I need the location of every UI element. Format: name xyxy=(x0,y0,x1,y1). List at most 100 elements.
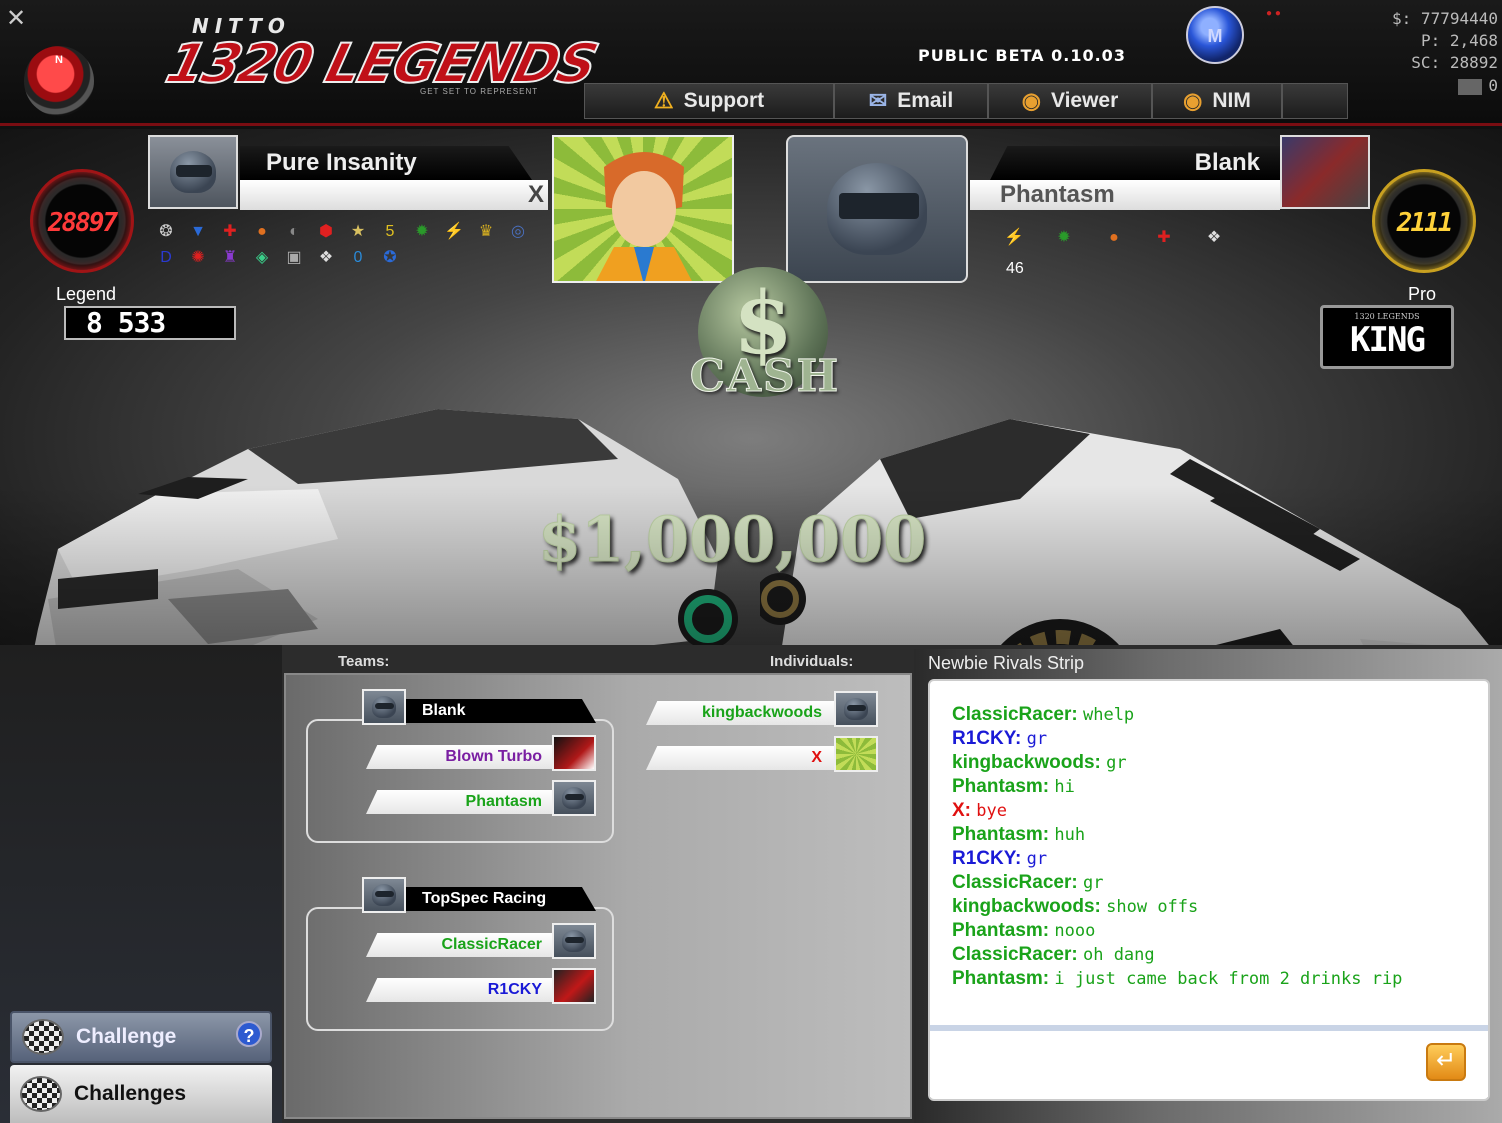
chat-sender[interactable]: Phantasm: xyxy=(952,920,1049,941)
lightning-icon: ⚡ xyxy=(444,223,464,240)
beta-version-label: PUBLIC BETA 0.10.03 xyxy=(918,46,1126,65)
chat-message: Phantasm: huh xyxy=(952,823,1482,847)
nav-email-button[interactable]: ✉ Email xyxy=(835,84,989,118)
help-icon[interactable]: ? xyxy=(236,1021,262,1047)
chat-message: X: bye xyxy=(952,799,1482,823)
teams-header: Teams: xyxy=(338,653,390,670)
chat-message: R1CKY: gr xyxy=(952,847,1482,871)
chat-sender[interactable]: Phantasm: xyxy=(952,776,1049,797)
individual-avatar[interactable] xyxy=(834,691,878,727)
individual-racer[interactable]: kingbackwoods xyxy=(646,701,834,725)
checkered-flag-icon xyxy=(22,1019,64,1055)
chat-sender[interactable]: kingbackwoods: xyxy=(952,752,1101,773)
racer-face-icon xyxy=(596,152,692,281)
left-badges: ❂ ▼ ✚ ● ◐ ⬢ ★ 5 ✹ ⚡ ♛ ◎ D ✺ ♜ ◈ ▣ ❖ 0 ✪ xyxy=(154,221,534,269)
warning-icon: ⚠ xyxy=(653,88,674,113)
helmet-icon xyxy=(562,787,586,809)
right-license-plate: 1320 LEGENDS KING xyxy=(1320,305,1454,369)
member-avatar[interactable] xyxy=(552,735,596,771)
helmet-icon xyxy=(827,163,927,255)
individual-avatar[interactable] xyxy=(834,736,878,772)
chat-sender[interactable]: X: xyxy=(952,800,971,821)
team-avatar[interactable] xyxy=(362,877,406,913)
side-panel: Challenge ? Challenges xyxy=(0,645,282,1123)
nav-email-label: Email xyxy=(897,89,954,112)
d-badge-icon: D xyxy=(160,249,172,266)
team-member[interactable]: Phantasm xyxy=(366,790,554,814)
right-team-avatar[interactable] xyxy=(1280,135,1370,209)
left-gauge-value: 28897 xyxy=(47,208,118,238)
team-member[interactable]: Blown Turbo xyxy=(366,745,554,769)
left-player-name[interactable]: X xyxy=(240,180,548,210)
team-avatar[interactable] xyxy=(362,689,406,725)
envelope-icon: ✉ xyxy=(868,88,888,113)
lobby-roster: Blank Blown Turbo Phantasm TopSpec Racin… xyxy=(284,673,912,1119)
game-logo: NITTO 1320 LEGENDS GET SET TO REPRESENT xyxy=(159,14,603,104)
badge-icon: ◈ xyxy=(255,249,269,266)
badge-icon: ✺ xyxy=(191,249,205,266)
right-racer-portrait xyxy=(786,135,968,283)
chat-text: gr xyxy=(1082,873,1104,893)
nitto-menu-button[interactable]: N xyxy=(24,46,94,116)
team-member[interactable]: R1CKY xyxy=(366,978,554,1002)
left-racer-portrait xyxy=(552,135,734,283)
chat-text: gr xyxy=(1026,729,1048,749)
cash-race-emblem: $ CASH xyxy=(660,267,870,417)
chat-room-title: Newbie Rivals Strip xyxy=(928,653,1085,673)
chat-sender[interactable]: ClassicRacer: xyxy=(952,944,1078,965)
mail-indicator[interactable]: 0 xyxy=(1458,76,1498,95)
chat-sender[interactable]: ClassicRacer: xyxy=(952,872,1078,893)
right-class-label: Pro xyxy=(1408,284,1437,304)
nav-nim-button[interactable]: ◉ NIM xyxy=(1153,84,1283,118)
send-button[interactable]: ↵ xyxy=(1426,1043,1466,1081)
member-avatar[interactable] xyxy=(552,968,596,1004)
ball-icon: ● xyxy=(1109,229,1119,246)
lightning-icon: ⚡ xyxy=(1004,229,1024,246)
nav-viewer-button[interactable]: ◉ Viewer xyxy=(989,84,1153,118)
chat-sender[interactable]: Phantasm: xyxy=(952,824,1049,845)
member-badge-icon[interactable]: M xyxy=(1186,6,1244,64)
challenge-button[interactable]: Challenge ? xyxy=(10,1011,272,1063)
chat-divider xyxy=(930,1025,1488,1031)
left-class-label: Legend xyxy=(56,284,117,304)
status-dots-icon: ● ● xyxy=(1266,8,1281,19)
individual-racer[interactable]: X xyxy=(646,746,834,770)
chat-message: Phantasm: hi xyxy=(952,775,1482,799)
chat-sender[interactable]: kingbackwoods: xyxy=(952,896,1101,917)
chat-box: ClassicRacer: whelp R1CKY: gr kingbackwo… xyxy=(928,679,1490,1101)
tools-icon[interactable]: ✕ xyxy=(6,4,34,32)
chat-sender[interactable]: ClassicRacer: xyxy=(952,704,1078,725)
chat-sender[interactable]: Phantasm: xyxy=(952,968,1049,989)
chat-message: kingbackwoods: show offs xyxy=(952,895,1482,919)
chat-icon: ◉ xyxy=(1183,88,1203,113)
right-player-name[interactable]: Phantasm xyxy=(970,180,1280,210)
pennant-icon: ▼ xyxy=(190,223,206,240)
gear-badge-icon: ✹ xyxy=(1057,229,1071,246)
chat-message: ClassicRacer: oh dang xyxy=(952,943,1482,967)
chat-message: Phantasm: i just came back from 2 drinks… xyxy=(952,967,1482,991)
checkered-flag-icon xyxy=(20,1076,62,1112)
left-team-avatar[interactable] xyxy=(148,135,238,209)
enter-icon: ↵ xyxy=(1435,1047,1457,1074)
chat-sender[interactable]: R1CKY: xyxy=(952,728,1021,749)
chat-message: ClassicRacer: whelp xyxy=(952,703,1482,727)
chat-input[interactable] xyxy=(930,1033,1488,1097)
mail-icon xyxy=(1458,78,1483,95)
logo-main: 1320 LEGENDS xyxy=(159,31,603,96)
right-badges: ⚡ ✹ ● ✚ ❖ xyxy=(1002,227,1272,249)
member-avatar[interactable] xyxy=(552,780,596,816)
member-avatar[interactable] xyxy=(552,923,596,959)
team-member[interactable]: ClassicRacer xyxy=(366,933,554,957)
chat-message: R1CKY: gr xyxy=(952,727,1482,751)
m-badge-letter: M xyxy=(1207,26,1223,46)
logo-tagline: GET SET TO REPRESENT xyxy=(420,87,539,96)
individuals-header: Individuals: xyxy=(770,653,854,670)
n-button-label: N xyxy=(55,54,63,66)
chat-sender[interactable]: R1CKY: xyxy=(952,848,1021,869)
badge-icon: 0 xyxy=(353,249,363,266)
challenges-button[interactable]: Challenges xyxy=(10,1065,272,1123)
nav-support-button[interactable]: ⚠ Support xyxy=(585,84,835,118)
mail-count: 0 xyxy=(1488,76,1498,95)
badge-count: 46 xyxy=(1006,260,1024,277)
ribbon-icon: ✪ xyxy=(383,249,397,266)
